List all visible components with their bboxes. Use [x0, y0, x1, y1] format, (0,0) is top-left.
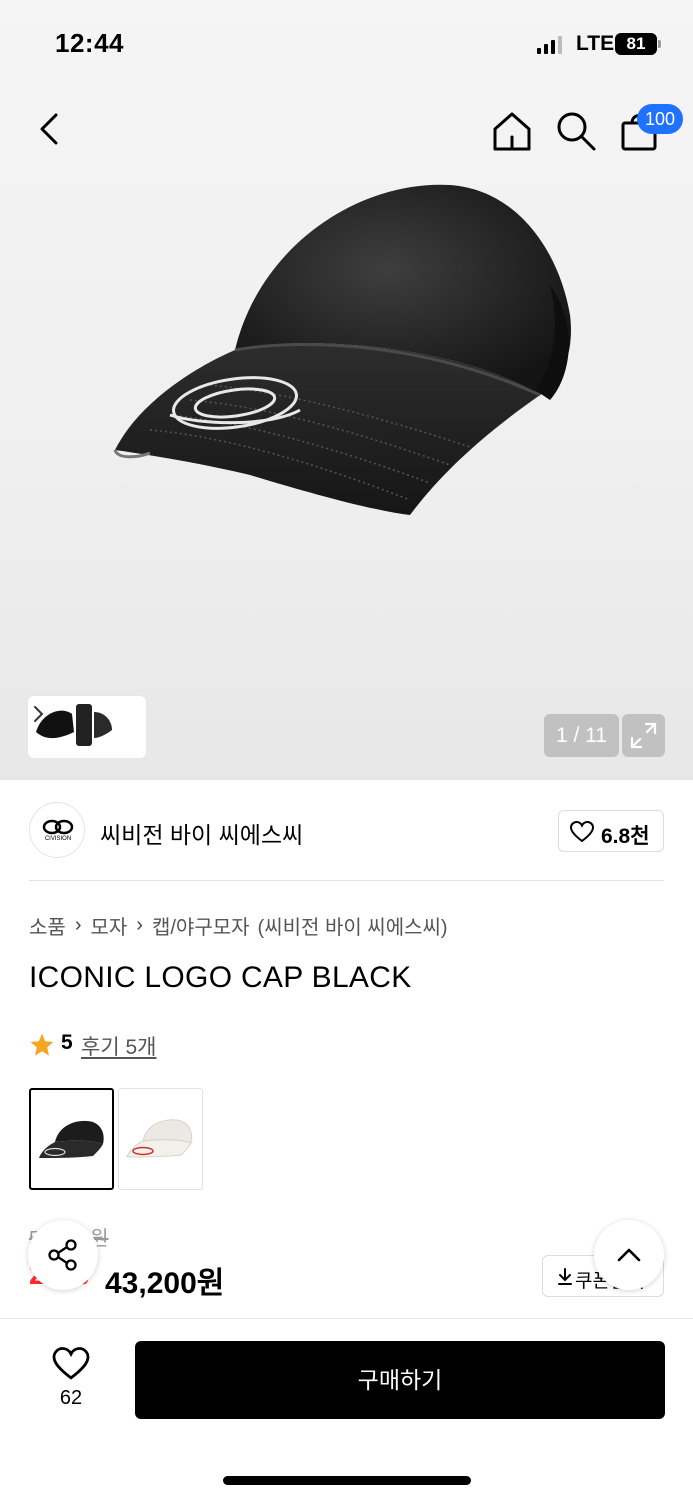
brand-name[interactable]: 씨비전 바이 씨에스씨	[100, 816, 303, 850]
color-option-black[interactable]	[29, 1088, 114, 1190]
chevron-right-icon: ›	[74, 914, 82, 936]
status-time: 12:44	[55, 28, 124, 58]
review-link[interactable]: 후기 5개	[81, 1031, 156, 1061]
brand-row[interactable]: CIVISION 씨비전 바이 씨에스씨 6.8천	[0, 790, 693, 880]
rating-score: 5	[61, 1031, 73, 1054]
brand-like-button[interactable]: 6.8천	[558, 810, 664, 852]
brand-like-count: 6.8천	[601, 825, 650, 848]
buy-button[interactable]: 구매하기	[135, 1341, 665, 1419]
network-type: LTE	[576, 32, 615, 55]
image-page-counter: 1 / 11	[544, 714, 619, 757]
back-icon[interactable]	[30, 109, 70, 149]
sale-price: 43,200원	[105, 1267, 225, 1300]
scroll-to-top-button[interactable]	[594, 1220, 664, 1290]
signal-icon	[537, 36, 562, 54]
cart-count-badge: 100	[637, 104, 684, 134]
thumbnail-strip[interactable]	[28, 696, 146, 758]
color-option-white[interactable]	[118, 1088, 203, 1190]
breadcrumb-item-accessories[interactable]: 소품	[29, 911, 66, 940]
chevron-right-icon	[34, 706, 44, 722]
chevron-up-icon	[617, 1248, 641, 1262]
top-navigation	[0, 95, 693, 165]
expand-icon	[630, 722, 657, 749]
star-icon	[30, 1033, 54, 1056]
svg-text:CIVISION: CIVISION	[45, 836, 71, 842]
search-icon[interactable]	[554, 109, 598, 153]
product-title: ICONIC LOGO CAP BLACK	[29, 961, 412, 994]
like-button[interactable]: 62	[40, 1343, 102, 1413]
share-icon	[48, 1239, 77, 1271]
brand-logo-mark: CIVISION	[42, 819, 74, 842]
breadcrumb-brand[interactable]: (씨비전 바이 씨에스씨)	[258, 911, 448, 940]
breadcrumb-item-hats[interactable]: 모자	[90, 911, 127, 940]
chevron-right-icon: ›	[136, 914, 143, 936]
heart-icon	[570, 821, 594, 843]
breadcrumb: 소품 › 모자 › 캡/야구모자 (씨비전 바이 씨에스씨)	[29, 911, 448, 940]
home-indicator	[223, 1476, 471, 1485]
status-bar: 12:44 LTE 81	[0, 0, 693, 90]
battery-indicator: 81	[615, 33, 661, 55]
divider	[29, 880, 664, 881]
white-cap-thumbnail	[126, 1119, 193, 1158]
breadcrumb-item-caps[interactable]: 캡/야구모자	[152, 911, 250, 940]
download-icon	[558, 1268, 572, 1285]
bottom-action-bar: 62 구매하기	[0, 1318, 693, 1500]
brand-logo[interactable]: CIVISION	[29, 802, 85, 858]
like-count: 62	[59, 1387, 83, 1409]
black-cap-thumbnail	[39, 1120, 104, 1158]
fullscreen-button[interactable]	[622, 714, 665, 757]
product-photo-black-cap[interactable]	[110, 175, 580, 525]
heart-icon	[52, 1347, 90, 1380]
share-button[interactable]	[28, 1220, 98, 1290]
home-icon[interactable]	[490, 109, 534, 153]
